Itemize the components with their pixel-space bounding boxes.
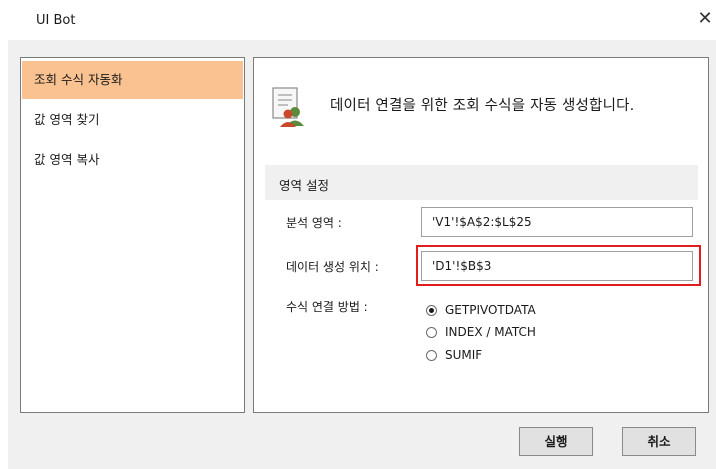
close-icon[interactable]: ✕ xyxy=(694,8,716,30)
data-position-field[interactable] xyxy=(421,251,693,281)
document-users-icon xyxy=(270,86,310,130)
analysis-range-field[interactable] xyxy=(421,207,693,237)
radio-sumif[interactable]: SUMIF xyxy=(426,346,482,364)
run-button[interactable]: 실행 xyxy=(519,427,593,456)
radio-index-match[interactable]: INDEX / MATCH xyxy=(426,323,536,341)
section-band xyxy=(265,165,698,200)
radio-label: SUMIF xyxy=(445,348,483,362)
window-title: UI Bot xyxy=(36,13,76,28)
sidebar-item-copy-value-range[interactable]: 값 영역 복사 xyxy=(22,141,243,179)
cancel-button[interactable]: 취소 xyxy=(622,427,696,456)
section-title: 영역 설정 xyxy=(279,178,329,193)
sidebar-item-lookup-formula[interactable]: 조회 수식 자동화 xyxy=(22,61,243,99)
formula-method-label: 수식 연결 방법 : xyxy=(286,300,368,314)
sidebar: 조회 수식 자동화 값 영역 찾기 값 영역 복사 xyxy=(20,57,245,413)
header-description: 데이터 연결을 위한 조회 수식을 자동 생성합니다. xyxy=(330,98,635,114)
radio-unchecked-icon xyxy=(426,326,437,338)
radio-unchecked-icon xyxy=(426,349,437,361)
sidebar-item-find-value-range[interactable]: 값 영역 찾기 xyxy=(22,101,243,139)
radio-checked-icon xyxy=(426,304,437,316)
data-position-label: 데이터 생성 위치 : xyxy=(286,260,379,274)
radio-label: INDEX / MATCH xyxy=(445,325,536,339)
radio-getpivotdata[interactable]: GETPIVOTDATA xyxy=(426,301,536,319)
radio-label: GETPIVOTDATA xyxy=(445,303,536,317)
analysis-range-label: 분석 영역 : xyxy=(286,216,342,230)
title-bar: UI Bot ✕ xyxy=(0,0,716,40)
